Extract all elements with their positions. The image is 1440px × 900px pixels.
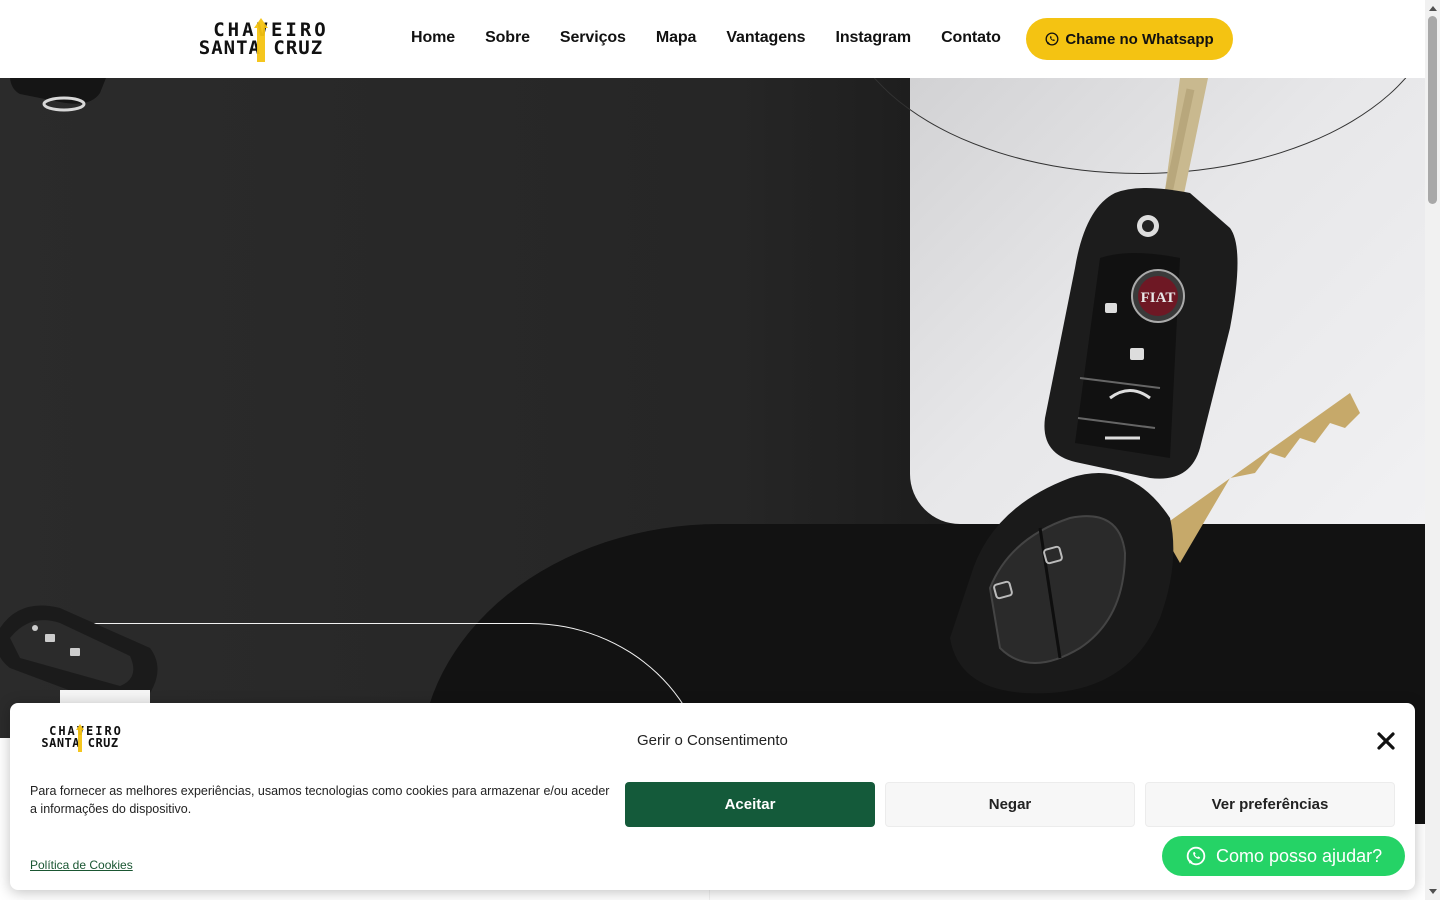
deny-cookies-button[interactable]: Negar — [885, 782, 1135, 827]
whatsapp-icon — [1045, 32, 1059, 46]
whatsapp-header-button[interactable]: Chame no Whatsapp — [1026, 18, 1233, 60]
whatsapp-chat-button[interactable]: Como posso ajudar? — [1162, 836, 1405, 876]
logo-mark: CHAVEIRO SANTA CRUZ — [199, 18, 326, 62]
cookie-banner-title: Gerir o Consentimento — [637, 732, 788, 749]
chat-button-label: Como posso ajudar? — [1216, 845, 1383, 866]
nav-mapa[interactable]: Mapa — [641, 27, 712, 49]
nav-sobre[interactable]: Sobre — [470, 27, 545, 49]
page-scrollbar[interactable] — [1425, 0, 1440, 900]
close-icon[interactable] — [1375, 730, 1397, 752]
nav-vantagens[interactable]: Vantagens — [711, 27, 820, 49]
small-key-remote-image — [0, 605, 158, 710]
nav-servicos[interactable]: Serviços — [545, 27, 641, 49]
whatsapp-icon — [1186, 846, 1206, 866]
scroll-up-arrow-icon[interactable] — [1429, 6, 1437, 11]
renault-key-remote-image — [950, 393, 1360, 694]
nav-contato[interactable]: Contato — [926, 27, 1016, 49]
cookie-banner-message: Para fornecer as melhores experiências, … — [30, 784, 610, 816]
logo-mark: CHAVEIRO SANTA CRUZ — [41, 724, 121, 752]
whatsapp-header-label: Chame no Whatsapp — [1065, 30, 1214, 48]
scrollbar-thumb[interactable] — [1428, 16, 1437, 204]
scroll-down-arrow-icon[interactable] — [1429, 889, 1437, 894]
key-remote-image-top-left — [10, 78, 106, 112]
nav-home[interactable]: Home — [396, 27, 470, 49]
accept-cookies-button[interactable]: Aceitar — [625, 782, 875, 827]
site-header: CHAVEIRO SANTA CRUZ Home Sobre Serviços … — [0, 0, 1425, 78]
main-nav: Home Sobre Serviços Mapa Vantagens Insta… — [396, 27, 1016, 49]
cookie-banner-logo: CHAVEIRO SANTA CRUZ — [31, 723, 129, 753]
cookie-preferences-button[interactable]: Ver preferências — [1145, 782, 1395, 827]
site-logo[interactable]: CHAVEIRO SANTA CRUZ — [183, 16, 339, 64]
cookie-policy-link[interactable]: Política de Cookies — [30, 858, 133, 872]
nav-instagram[interactable]: Instagram — [820, 27, 926, 49]
svg-text:FIAT: FIAT — [1141, 290, 1176, 306]
